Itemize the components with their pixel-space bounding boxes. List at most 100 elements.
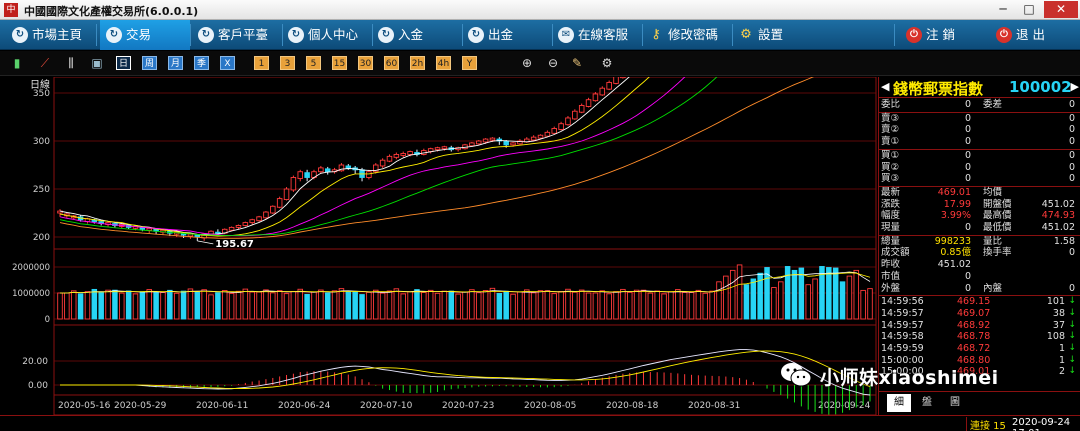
refresh-icon: ↻	[106, 27, 122, 43]
tick-row: 14:59:57 469.07 38	[879, 308, 1080, 320]
volume-bar	[723, 275, 729, 320]
menu-item-4[interactable]: ↻ 入金	[372, 20, 462, 50]
candle-body	[290, 177, 297, 191]
menu-item-9[interactable]: ⏻ 注 銷	[900, 20, 988, 50]
tick-volume: 108	[1046, 331, 1065, 343]
close-button[interactable]: ✕	[1044, 1, 1078, 18]
order-label: 買①	[881, 149, 900, 161]
zoom-out-icon[interactable]: ⊖	[546, 56, 560, 70]
volume-bar	[469, 289, 475, 320]
zoom-in-icon[interactable]: ⊕	[520, 56, 534, 70]
candle-body	[578, 105, 585, 113]
maximize-button[interactable]: □	[1016, 1, 1042, 18]
next-arrow-icon[interactable]: ▶	[1071, 80, 1079, 93]
date-tick: 2020-05-29	[114, 401, 167, 411]
menu-item-0[interactable]: ↻ 市場主頁	[6, 20, 96, 50]
volume-bar	[208, 294, 214, 320]
interval-button-1[interactable]: 3	[280, 56, 295, 70]
macd-tick: 0.00	[28, 381, 48, 391]
volume-bar	[187, 288, 194, 320]
volume-bar	[675, 289, 681, 320]
volume-bar	[791, 269, 798, 320]
stat-label: 市值	[881, 270, 901, 282]
stat-label2: 開盤價	[983, 198, 1012, 210]
volume-bar	[729, 269, 736, 320]
menu-item-label: 交易	[126, 27, 152, 42]
period-button-2[interactable]: 月	[168, 56, 183, 70]
volume-bar	[57, 292, 63, 320]
interval-button-8[interactable]: Y	[462, 56, 477, 70]
status-bar: 連接 15 2020-09-24 17:01	[0, 415, 1080, 431]
volume-bar	[235, 290, 242, 320]
menu-item-1[interactable]: ↻ 交易	[100, 20, 190, 50]
window-icon[interactable]: ▣	[90, 56, 104, 70]
prev-arrow-icon[interactable]: ◀	[881, 80, 889, 93]
volume-bar	[318, 289, 324, 320]
stat-row: 市值 0	[879, 271, 1080, 283]
volume-bar	[400, 293, 406, 320]
tick-time: 14:59:57	[881, 319, 924, 331]
volume-bar	[228, 293, 235, 320]
stat-label: 總量	[881, 235, 901, 247]
date-tick: 2020-06-11	[196, 401, 248, 411]
down-arrow-icon: ↓	[1068, 307, 1076, 318]
volume-bar	[654, 290, 660, 320]
interval-button-5[interactable]: 60	[384, 56, 399, 70]
order-label: 買②	[881, 161, 900, 173]
interval-button-2[interactable]: 5	[306, 56, 321, 70]
volume-bar	[778, 281, 784, 320]
interval-button-6[interactable]: 2h	[410, 56, 425, 70]
volume-bar	[221, 290, 228, 320]
interval-button-4[interactable]: 30	[358, 56, 373, 70]
kline-chart[interactable]: 日線45040035030025020020000001000000020.00…	[0, 77, 878, 415]
menu-item-7[interactable]: ⚷ 修改密碼	[642, 20, 732, 50]
menu-item-6[interactable]: ✉ 在線客服	[552, 20, 642, 50]
draw-pen-icon[interactable]: ✎	[570, 56, 584, 70]
volume-bar	[716, 281, 722, 320]
menu-item-5[interactable]: ↻ 出金	[462, 20, 552, 50]
volume-tick: 1000000	[12, 289, 50, 299]
menu-item-label: 退 出	[1016, 27, 1045, 42]
volume-bar	[290, 290, 297, 320]
volume-bar	[270, 292, 276, 320]
window-title: 中國國際文化產權交易所(6.0.0.1)	[24, 5, 199, 18]
volume-bar	[77, 293, 84, 320]
order-volume: 0	[1068, 173, 1075, 185]
refresh-icon: ↻	[12, 27, 28, 43]
bar-chart-icon[interactable]: ▮	[10, 56, 24, 70]
period-button-1[interactable]: 周	[142, 56, 157, 70]
menu-item-3[interactable]: ↻ 個人中心	[282, 20, 372, 50]
date-tick: 2020-06-24	[278, 401, 331, 411]
volume-bar	[455, 293, 461, 320]
period-button-4[interactable]: X	[220, 56, 235, 70]
candle-body	[606, 81, 612, 90]
settings-gear-icon[interactable]: ⚙	[600, 56, 614, 70]
candle-body	[592, 93, 599, 102]
interval-button-0[interactable]: 1	[254, 56, 269, 70]
menu-item-10[interactable]: ⏻ 退 出	[990, 20, 1078, 50]
order-row: 買② 0 0	[879, 162, 1080, 174]
candle-body	[551, 128, 557, 134]
volume-bar	[544, 290, 551, 320]
minimize-button[interactable]: ─	[990, 1, 1016, 18]
order-price: 0	[964, 99, 971, 110]
interval-button-7[interactable]: 4h	[436, 56, 451, 70]
period-button-3[interactable]: 季	[194, 56, 209, 70]
low-annotation: 195.67	[215, 239, 254, 250]
price-tick: 200	[33, 233, 50, 243]
line-chart-icon[interactable]: ⟋	[38, 56, 52, 70]
volume-bar	[620, 288, 626, 320]
volume-bar	[119, 292, 125, 320]
stat-value: 3.99%	[940, 210, 971, 222]
stat-label: 漲跌	[881, 198, 901, 210]
interval-button-3[interactable]: 15	[332, 56, 347, 70]
volume-bar	[146, 289, 152, 320]
candle-body	[469, 142, 475, 147]
candle-body	[256, 216, 262, 222]
menu-item-2[interactable]: ↻ 客戶平臺	[192, 20, 282, 50]
candle-chart-icon[interactable]: ⫼	[64, 56, 78, 70]
period-button-0[interactable]: 日	[116, 56, 131, 70]
volume-bar	[462, 291, 468, 320]
menu-item-8[interactable]: ⚙ 設置	[732, 20, 822, 50]
tick-price: 468.72	[957, 343, 991, 354]
